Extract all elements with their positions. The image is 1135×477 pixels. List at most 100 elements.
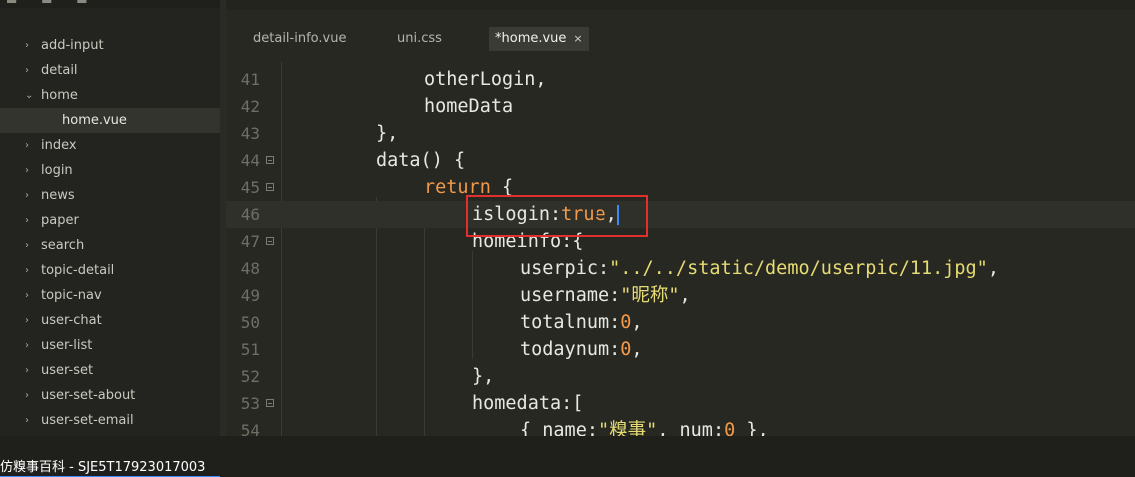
- code-line: 54 { name:"糗事", num:0 },: [226, 417, 1135, 436]
- code-line: 52 },: [226, 363, 1135, 390]
- code-text: totalnum:0,: [520, 309, 643, 336]
- close-icon[interactable]: ×: [573, 32, 582, 45]
- project-title[interactable]: 仿糗事百科 - SJE5T17923017003: [0, 456, 205, 475]
- tree-item-user-list[interactable]: › user-list: [0, 333, 226, 358]
- code-line: 45 return {: [226, 174, 1135, 201]
- fold-toggle-icon[interactable]: [266, 399, 274, 407]
- code-line: 49 username:"昵称",: [226, 282, 1135, 309]
- line-number: 49: [240, 286, 260, 305]
- number-token: 0: [724, 420, 736, 436]
- text-caret: [617, 205, 619, 225]
- chevron-right-icon: ›: [25, 365, 29, 376]
- tree-item-detail[interactable]: › detail: [0, 58, 226, 83]
- tree-item-login[interactable]: › login: [0, 158, 226, 183]
- chevron-right-icon: ›: [25, 190, 29, 201]
- chevron-right-icon: ›: [25, 265, 29, 276]
- tree-item-user-chat[interactable]: › user-chat: [0, 308, 226, 333]
- status-bar: 仿糗事百科 - SJE5T17923017003: [0, 436, 1135, 477]
- line-number: 50: [240, 313, 260, 332]
- string-token: "../../static/demo/userpic/11.jpg": [609, 258, 988, 279]
- tree-item-label: user-set: [41, 363, 94, 378]
- string-token: "糗事": [597, 420, 658, 436]
- code-text: homeData: [424, 96, 514, 117]
- line-number: 42: [240, 97, 260, 116]
- tree-item-user-set-email[interactable]: › user-set-email: [0, 408, 226, 433]
- code-text: homedata:[: [472, 393, 584, 414]
- tree-item-home[interactable]: ⌄ home: [0, 83, 226, 108]
- code-line: 44 data() {: [226, 147, 1135, 174]
- code-text: { name:"糗事", num:0 },: [520, 417, 769, 436]
- tab-label: uni.css: [397, 31, 442, 46]
- chevron-right-icon: ›: [25, 40, 29, 51]
- line-number: 53: [240, 394, 260, 413]
- string-token: "昵称": [620, 285, 680, 306]
- code-line: 50 totalnum:0,: [226, 309, 1135, 336]
- tree-item-user-set-about[interactable]: › user-set-about: [0, 383, 226, 408]
- code-line-current: 46 islogin:true,: [226, 201, 1135, 228]
- code-text: },: [472, 366, 495, 387]
- chevron-right-icon: ›: [25, 165, 29, 176]
- code-text: todaynum:0,: [520, 336, 643, 363]
- toolbar-icons[interactable]: ▬ ▬ ▬: [6, 0, 98, 7]
- tab-home-vue[interactable]: *home.vue ×: [489, 27, 589, 51]
- code-token: ,: [631, 312, 643, 333]
- tab-label: detail-info.vue: [253, 31, 347, 46]
- line-number: 46: [240, 205, 260, 224]
- code-token: , num:: [657, 420, 725, 436]
- code-token: { name:: [520, 420, 598, 436]
- tree-item-user-set[interactable]: › user-set: [0, 358, 226, 383]
- line-number: 45: [240, 178, 260, 197]
- tree-item-search[interactable]: › search: [0, 233, 226, 258]
- code-token: ,: [679, 285, 691, 306]
- key-token: todaynum:: [520, 339, 621, 360]
- line-number: 47: [240, 232, 260, 251]
- tree-item-home-vue[interactable]: home.vue: [0, 108, 220, 133]
- tree-item-label: home: [41, 88, 78, 103]
- line-number: 51: [240, 340, 260, 359]
- code-line: 43 },: [226, 120, 1135, 147]
- tree-item-label: user-set-email: [41, 413, 134, 428]
- tree-item-index[interactable]: › index: [0, 133, 226, 158]
- chevron-right-icon: ›: [25, 390, 29, 401]
- tree-item-paper[interactable]: › paper: [0, 208, 226, 233]
- tree-item-news[interactable]: › news: [0, 183, 226, 208]
- code-line: 53 homedata:[: [226, 390, 1135, 417]
- tab-detail-info-vue[interactable]: detail-info.vue: [247, 27, 352, 51]
- code-editor[interactable]: 41 otherLogin, 42 homeData 43 }, 44 data…: [226, 62, 1135, 436]
- chevron-right-icon: ›: [25, 215, 29, 226]
- chevron-right-icon: ›: [25, 415, 29, 426]
- code-text: },: [376, 123, 399, 144]
- tree-item-topic-nav[interactable]: › topic-nav: [0, 283, 226, 308]
- tree-item-label: home.vue: [62, 113, 127, 128]
- tree-item-label: user-set-about: [41, 388, 136, 403]
- tree-item-label: add-input: [41, 38, 104, 53]
- tree-item-add-input[interactable]: › add-input: [0, 33, 226, 58]
- line-number: 52: [240, 367, 260, 386]
- file-tree: › add-input › detail ⌄ home home.vue › index…: [0, 33, 226, 433]
- tree-item-label: index: [41, 138, 77, 153]
- tab-uni-css[interactable]: uni.css: [391, 27, 448, 51]
- code-line: 48 userpic:"../../static/demo/userpic/11…: [226, 255, 1135, 282]
- code-line: 47 homeinfo:{: [226, 228, 1135, 255]
- code-line: 42 homeData: [226, 93, 1135, 120]
- tab-label: *home.vue: [495, 31, 567, 46]
- tree-item-label: detail: [41, 63, 78, 78]
- tree-item-label: topic-nav: [41, 288, 102, 303]
- fold-toggle-icon[interactable]: [266, 237, 274, 245]
- line-number: 44: [240, 151, 260, 170]
- file-explorer-sidebar: ▬ ▬ ▬ › add-input › detail ⌄ home home.vue …: [0, 0, 226, 436]
- fold-toggle-icon[interactable]: [266, 156, 274, 164]
- chevron-down-icon: ⌄: [25, 90, 34, 101]
- code-line: 41 otherLogin,: [226, 66, 1135, 93]
- tree-item-label: search: [41, 238, 85, 253]
- code-text: data() {: [376, 150, 466, 171]
- key-token: totalnum:: [520, 312, 621, 333]
- line-number: 48: [240, 259, 260, 278]
- tree-item-label: news: [41, 188, 75, 203]
- annotation-highlight-box: [466, 195, 648, 237]
- line-number: 54: [240, 421, 260, 436]
- tree-item-label: user-chat: [41, 313, 102, 328]
- line-number: 41: [240, 70, 260, 89]
- tree-item-topic-detail[interactable]: › topic-detail: [0, 258, 226, 283]
- fold-toggle-icon[interactable]: [266, 183, 274, 191]
